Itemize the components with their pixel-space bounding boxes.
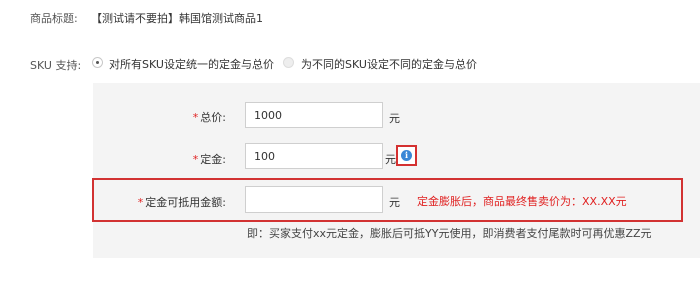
sku-per-sku-radio[interactable] (283, 57, 294, 68)
product-title-value: 【测试请不要拍】韩国馆测试商品1 (91, 12, 263, 25)
deductible-label: * 定金可抵用金额: (110, 194, 226, 210)
deposit-label-text: 定金: (200, 153, 226, 166)
required-mark: * (137, 196, 144, 209)
deductible-unit: 元 (389, 196, 400, 209)
deposit-hint-text: 即：买家支付xx元定金，膨胀后可抵YY元使用，即消费者支付尾款时可再优惠ZZ元 (247, 227, 652, 240)
deposit-info-button[interactable]: i (396, 145, 417, 166)
total-price-input[interactable] (245, 102, 383, 128)
deposit-label: * 定金: (150, 151, 226, 167)
sku-per-sku-option-label[interactable]: 为不同的SKU设定不同的定金与总价 (301, 56, 477, 72)
product-title-label: 商品标题: (30, 12, 78, 25)
sku-support-label: SKU 支持: (30, 59, 82, 72)
final-price-note: 定金膨胀后，商品最终售卖价为：XX.XX元 (417, 195, 627, 208)
info-icon: i (401, 150, 412, 161)
sku-unified-radio[interactable] (92, 57, 103, 68)
deposit-unit: 元 (385, 153, 396, 166)
total-price-unit: 元 (389, 112, 400, 125)
deposit-input[interactable] (245, 143, 383, 169)
deductible-label-text: 定金可抵用金额: (145, 196, 226, 209)
required-mark: * (192, 111, 199, 124)
required-mark: * (192, 153, 199, 166)
total-price-label-text: 总价: (200, 111, 226, 124)
sku-unified-option-label[interactable]: 对所有SKU设定统一的定金与总价 (109, 56, 274, 72)
total-price-label: * 总价: (150, 109, 226, 125)
deductible-amount-input[interactable] (245, 186, 383, 213)
